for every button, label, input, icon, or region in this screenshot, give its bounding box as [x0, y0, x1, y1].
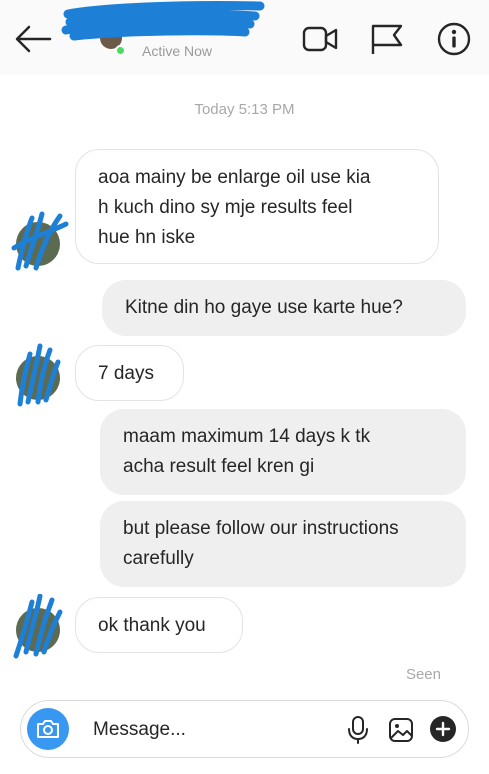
gallery-icon[interactable] — [388, 717, 414, 743]
seen-indicator: Seen — [405, 666, 441, 683]
chat-username[interactable]: fathima_123 — [142, 16, 229, 33]
conversation-timestamp: Today 5:13 PM — [194, 101, 295, 118]
message-text: but please follow our instructions caref… — [123, 518, 399, 569]
info-icon[interactable] — [436, 22, 472, 56]
camera-icon — [37, 720, 59, 738]
message-bubble-outgoing[interactable]: Kitne din ho gaye use karte hue? — [102, 280, 466, 336]
message-text: maam maximum 14 days k tk acha result fe… — [123, 426, 371, 477]
sender-avatar[interactable] — [16, 343, 61, 407]
redaction-scribble — [13, 594, 63, 659]
active-status-text: Active Now — [142, 43, 213, 59]
sender-avatar[interactable] — [13, 594, 63, 659]
camera-button[interactable] — [27, 708, 69, 750]
message-input[interactable] — [93, 715, 333, 745]
chat-header: fathima_123 Active Now — [0, 0, 489, 75]
message-bubble-outgoing[interactable]: maam maximum 14 days k tk acha result fe… — [100, 409, 466, 495]
plus-icon[interactable] — [429, 715, 457, 743]
redaction-scribble — [17, 343, 61, 407]
message-text: ok thank you — [98, 615, 206, 636]
message-text: aoa mainy be enlarge oil use kia h kuch … — [98, 167, 371, 248]
message-bubble-incoming[interactable]: ok thank you — [75, 597, 243, 653]
microphone-icon[interactable] — [347, 715, 369, 745]
sender-avatar[interactable] — [11, 211, 69, 271]
message-composer — [20, 700, 469, 758]
message-bubble-outgoing[interactable]: but please follow our instructions caref… — [100, 501, 466, 587]
message-text: Kitne din ho gaye use karte hue? — [125, 297, 403, 318]
back-arrow-icon[interactable] — [14, 24, 52, 54]
message-bubble-incoming[interactable]: 7 days — [75, 345, 184, 401]
active-status-dot — [115, 45, 126, 56]
report-flag-icon[interactable] — [369, 22, 405, 56]
message-text: 7 days — [98, 363, 154, 384]
message-bubble-incoming[interactable]: aoa mainy be enlarge oil use kia h kuch … — [75, 149, 439, 264]
video-call-icon[interactable] — [302, 22, 338, 56]
redaction-scribble — [11, 211, 69, 271]
